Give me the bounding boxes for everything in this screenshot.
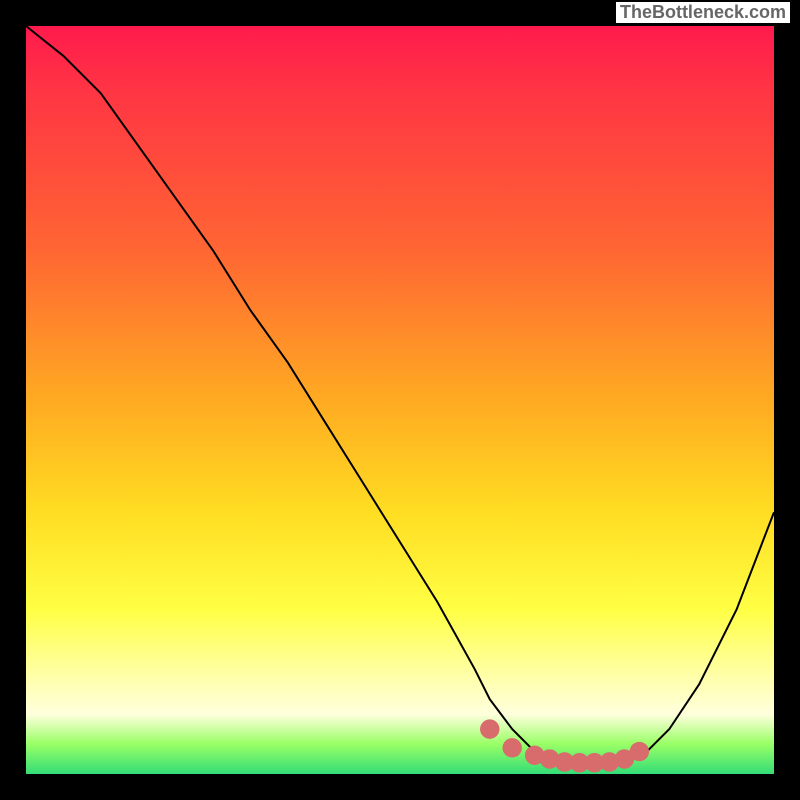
optimal-range-dots bbox=[480, 719, 649, 772]
optimal-dot bbox=[540, 749, 559, 768]
chart-canvas: TheBottleneck.com bbox=[0, 0, 800, 800]
curve-svg bbox=[26, 26, 774, 774]
optimal-dot bbox=[600, 752, 619, 771]
bottleneck-curve bbox=[26, 26, 774, 763]
optimal-dot bbox=[630, 742, 649, 761]
plot-area bbox=[26, 26, 774, 774]
optimal-dot bbox=[615, 749, 634, 768]
optimal-dot bbox=[502, 738, 521, 757]
optimal-dot bbox=[570, 753, 589, 772]
attribution-text: TheBottleneck.com bbox=[616, 2, 790, 23]
optimal-dot bbox=[525, 746, 544, 765]
optimal-dot bbox=[585, 753, 604, 772]
optimal-dot bbox=[555, 752, 574, 771]
optimal-dot bbox=[480, 719, 499, 738]
